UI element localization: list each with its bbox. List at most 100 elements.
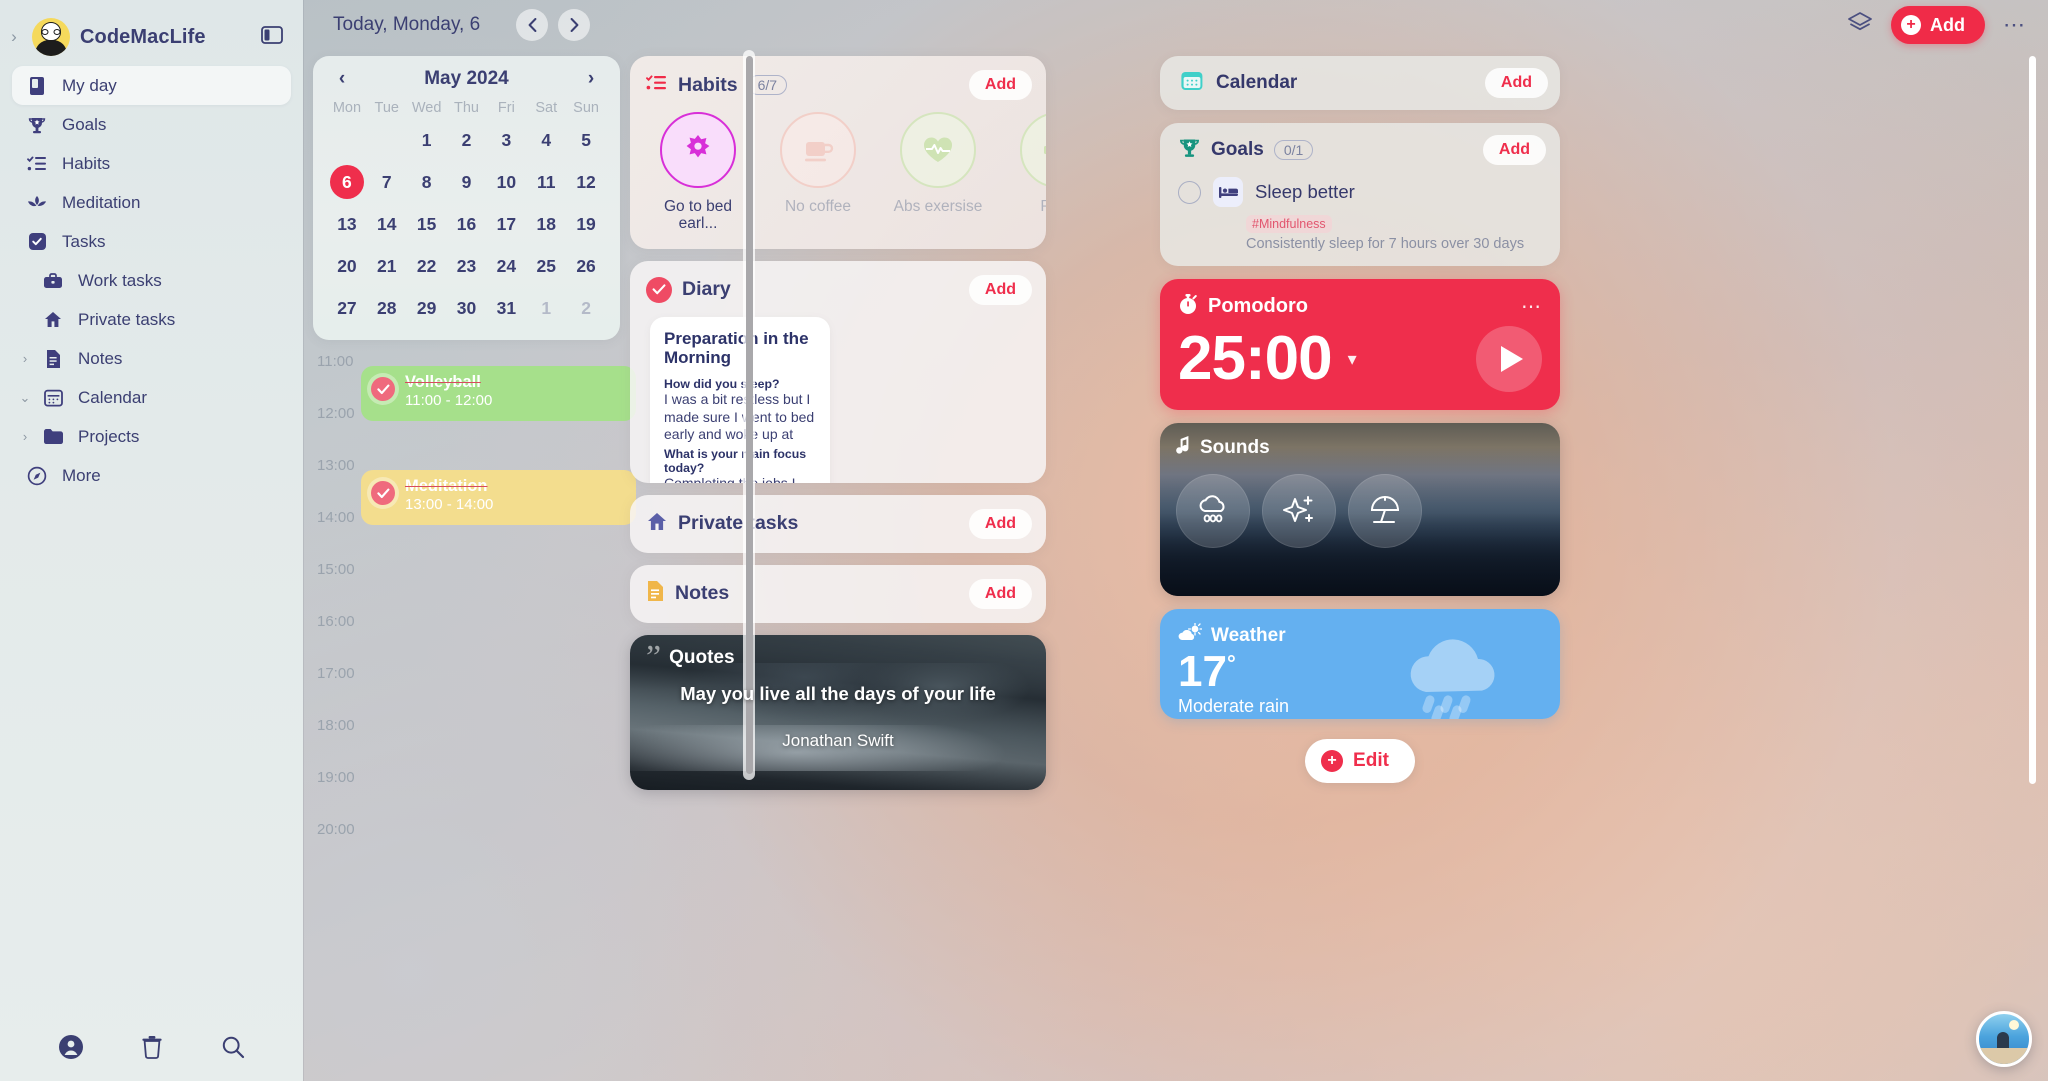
calendar-day[interactable]: 13 [327,206,367,242]
topbar-actions: + Add ⋯ [1847,6,2026,44]
calendar-widget-add-button[interactable]: Add [1484,68,1548,98]
goal-checkbox[interactable] [1178,180,1201,204]
rain-cloud-icon [1388,637,1538,719]
beach-umbrella-icon[interactable] [1348,474,1422,548]
agenda-event[interactable]: Volleyball 11:00 - 12:00 [361,366,636,421]
calendar-day[interactable]: 1 [526,290,566,326]
event-check-icon[interactable] [371,481,395,505]
calendar-day[interactable]: 3 [486,122,526,158]
calendar-day[interactable]: 21 [367,248,407,284]
next-day-button[interactable] [558,9,591,41]
calendar-day[interactable]: 24 [486,248,526,284]
calendar-day[interactable]: 28 [367,290,407,326]
calendar-day[interactable]: 31 [486,290,526,326]
edit-button[interactable]: + Edit [1305,739,1415,783]
play-button[interactable] [1476,326,1542,392]
quotes-body: May you live all the days of your life J… [630,669,1046,751]
calendar-day[interactable]: 17 [486,206,526,242]
calendar-day[interactable]: 22 [407,248,447,284]
calendar-next-icon[interactable]: › [580,68,602,90]
sidebar-item-notes[interactable]: › Notes [23,339,291,378]
calendar-day[interactable]: 5 [566,122,606,158]
sidebar-toggle-icon[interactable] [261,25,283,49]
chevron-right-icon[interactable]: › [18,351,32,366]
calendar-day[interactable]: 1 [407,122,447,158]
calendar-day[interactable]: 11 [526,164,566,200]
habits-add-button[interactable]: Add [968,70,1032,100]
calendar-day[interactable] [367,122,407,158]
calendar-day[interactable]: 18 [526,206,566,242]
calendar-day[interactable]: 2 [447,122,487,158]
calendar-day[interactable]: 10 [486,164,526,200]
notes-add-button[interactable]: Add [968,578,1032,609]
goals-add-button[interactable]: Add [1482,135,1546,165]
calendar-day[interactable]: 25 [526,248,566,284]
trash-icon[interactable] [137,1032,167,1062]
agenda-event[interactable]: Meditation 13:00 - 14:00 [361,470,636,525]
quotes-card[interactable]: ” Quotes May you live all the days of yo… [630,634,1046,790]
calendar-day[interactable]: 20 [327,248,367,284]
home-icon [646,511,668,537]
habit-item[interactable]: Abs exersise [888,112,988,233]
calendar-day[interactable] [327,122,367,158]
calendar-day[interactable]: 30 [447,290,487,326]
diary-note[interactable]: Preparation in the Morning How did you s… [650,316,830,483]
chevron-right-icon[interactable]: › [18,429,32,444]
calendar-column: ‹ May 2024 › Mon Tue Wed Thu Fri Sat Sun [303,50,636,1081]
diary-add-button[interactable]: Add [968,274,1032,305]
add-button[interactable]: + Add [1891,6,1985,44]
chevron-down-icon[interactable]: ⌄ [18,390,32,406]
sidebar-item-private-tasks[interactable]: Private tasks [12,300,291,339]
sidebar-item-habits[interactable]: Habits [12,144,291,183]
agenda-slot: 20:00 [313,821,620,882]
agenda-hour: 17:00 [317,665,355,682]
sidebar-item-work-tasks[interactable]: Work tasks [12,261,291,300]
goal-tag[interactable]: #Mindfulness [1246,215,1332,233]
widgets-scrollbar[interactable] [2026,50,2038,790]
more-dots-icon[interactable]: ⋯ [1521,294,1542,319]
weather-title: Weather [1211,624,1286,646]
habit-item[interactable]: Push [1008,112,1046,233]
private-tasks-add-button[interactable]: Add [968,508,1032,539]
sidebar-item-meditation[interactable]: Meditation [12,183,291,222]
calendar-day[interactable]: 19 [566,206,606,242]
layers-icon[interactable] [1847,11,1873,40]
sparkles-icon[interactable] [1262,474,1336,548]
calendar-day[interactable]: 8 [407,164,447,200]
search-icon[interactable] [218,1032,248,1062]
calendar-day[interactable]: 27 [327,290,367,326]
sidebar-item-my-day[interactable]: My day [12,66,291,105]
calendar-day[interactable]: 23 [447,248,487,284]
sidebar-item-calendar[interactable]: ⌄ Calendar [20,378,291,417]
sidebar-item-tasks[interactable]: Tasks [12,222,291,261]
more-dots-icon[interactable]: ⋯ [2003,12,2026,38]
quote-author: Jonathan Swift [782,730,894,750]
rain-cloud-icon[interactable] [1176,474,1250,548]
goal-item[interactable]: Sleep better [1178,177,1546,207]
calendar-day[interactable]: 26 [566,248,606,284]
calendar-day-today[interactable]: 6 [327,164,367,200]
calendar-prev-icon[interactable]: ‹ [331,68,353,90]
prev-day-button[interactable] [516,9,549,41]
calendar-day[interactable]: 16 [447,206,487,242]
sidebar-collapse-icon[interactable]: › [6,27,22,47]
sidebar-item-more[interactable]: More [12,456,291,495]
calendar-day[interactable]: 7 [367,164,407,200]
profile-icon[interactable] [56,1032,86,1062]
agenda-slot: 18:00 [313,717,620,778]
sidebar-item-projects[interactable]: › Projects [23,417,291,456]
habit-item[interactable]: Go to bed earl... [648,112,748,233]
habit-item[interactable]: No coffee [768,112,868,233]
calendar-day[interactable]: 12 [566,164,606,200]
sidebar-item-goals[interactable]: Goals [12,105,291,144]
event-check-icon[interactable] [371,377,395,401]
calendar-day[interactable]: 29 [407,290,447,326]
calendar-day[interactable]: 2 [566,290,606,326]
calendar-day[interactable]: 15 [407,206,447,242]
calendar-day[interactable]: 9 [447,164,487,200]
avatar[interactable] [32,18,70,56]
calendar-day[interactable]: 4 [526,122,566,158]
calendar-day[interactable]: 14 [367,206,407,242]
chevron-down-icon[interactable]: ▾ [1348,349,1357,370]
user-avatar-fab[interactable] [1976,1011,2032,1067]
